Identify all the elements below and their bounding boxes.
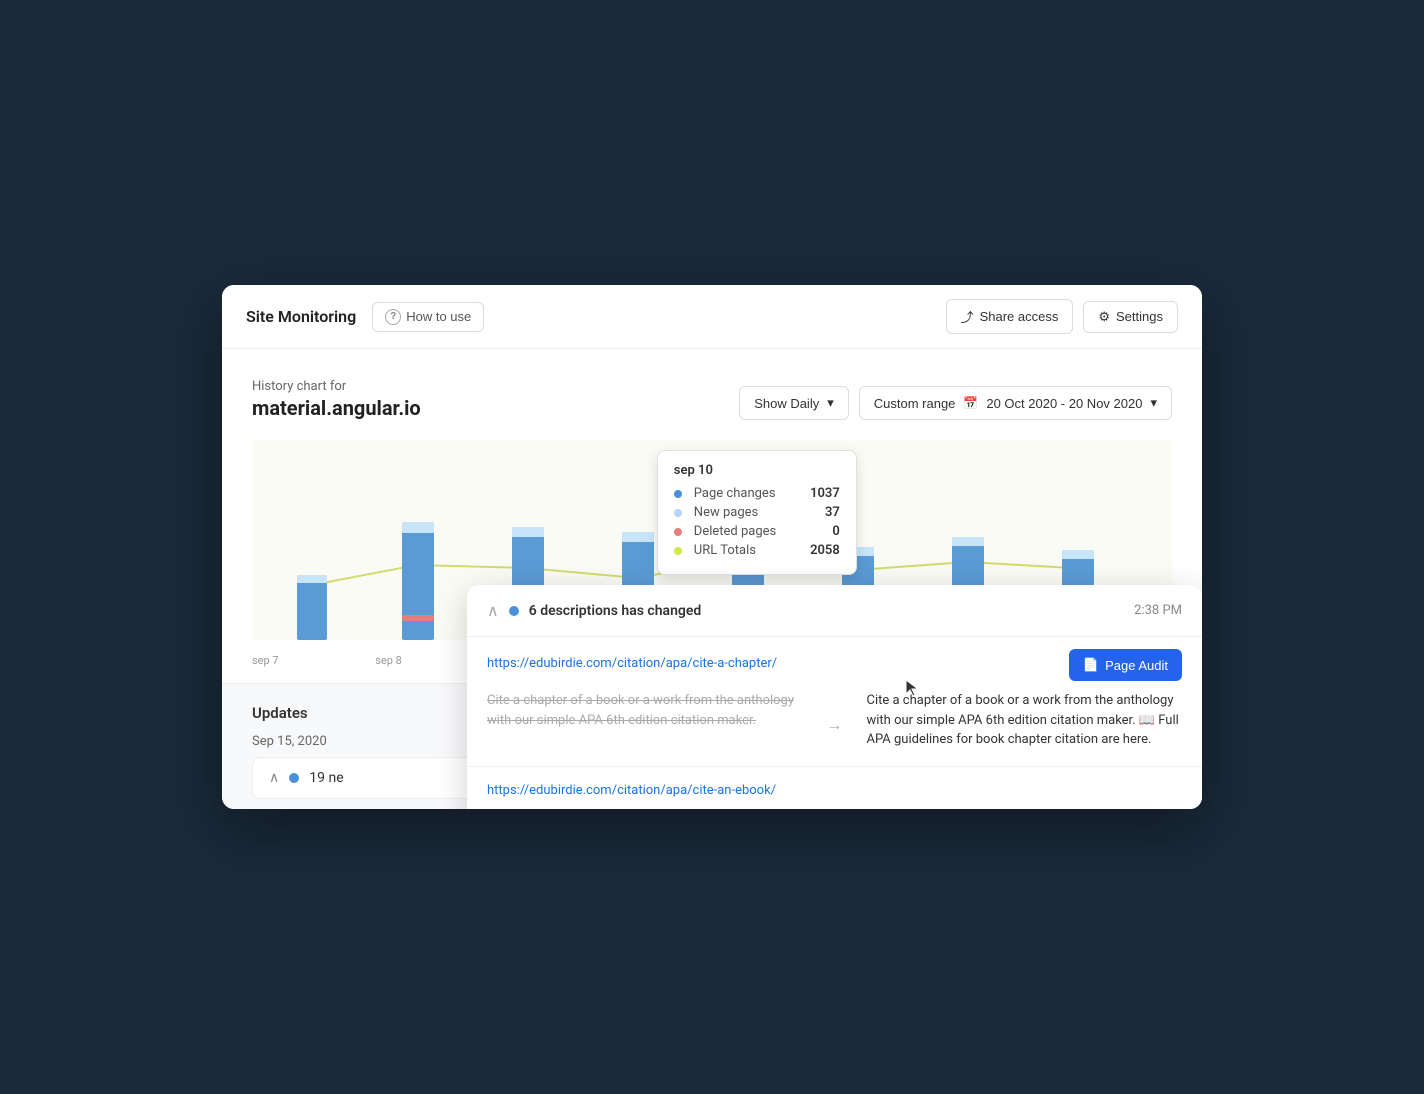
tooltip-value-page-changes: 1037	[810, 486, 840, 501]
tooltip-label-url-totals: URL Totals	[694, 543, 798, 558]
share-icon: ⤴	[961, 307, 974, 326]
how-to-use-button[interactable]: ? How to use	[372, 302, 484, 332]
change-content-row-0: Cite a chapter of a book or a work from …	[487, 691, 1182, 750]
tooltip-dot-deleted-pages	[674, 528, 682, 536]
calendar-icon: 📅	[963, 396, 978, 410]
change-block-1: https://edubirdie.com/citation/apa/cite-…	[467, 767, 1202, 810]
tooltip-row-new-pages: New pages 37	[674, 505, 840, 520]
chart-tooltip: sep 10 Page changes 1037 New pages 37 De…	[657, 450, 857, 575]
history-title-block: History chart for material.angular.io	[252, 379, 421, 420]
group-dot	[289, 773, 299, 783]
tooltip-value-url-totals: 2058	[810, 543, 840, 558]
page-audit-button[interactable]: 📄 Page Audit	[1069, 649, 1182, 681]
panel-collapse-icon[interactable]: ∧	[487, 601, 499, 620]
panel-header: ∧ 6 descriptions has changed 2:38 PM	[467, 585, 1202, 637]
panel-time: 2:38 PM	[1134, 603, 1182, 618]
change-url-link-1[interactable]: https://edubirdie.com/citation/apa/cite-…	[487, 783, 776, 798]
tooltip-date: sep 10	[674, 463, 840, 478]
tooltip-label-page-changes: Page changes	[694, 486, 798, 501]
top-bar: Site Monitoring ? How to use ⤴ Share acc…	[222, 285, 1202, 349]
how-to-use-label: How to use	[406, 309, 471, 324]
panel-dot	[509, 606, 519, 616]
x-label-0: sep 7	[252, 654, 279, 667]
date-range-dropdown[interactable]: Custom range 📅 20 Oct 2020 - 20 Nov 2020…	[859, 386, 1172, 420]
share-access-button[interactable]: ⤴ Share access	[946, 299, 1074, 334]
main-window: Site Monitoring ? How to use ⤴ Share acc…	[222, 285, 1202, 809]
tooltip-dot-page-changes	[674, 490, 682, 498]
arrow-icon-0: →	[815, 691, 855, 735]
chart-controls: Show Daily ▾ Custom range 📅 20 Oct 2020 …	[739, 386, 1172, 420]
tooltip-label-deleted-pages: Deleted pages	[694, 524, 821, 539]
tooltip-row-page-changes: Page changes 1037	[674, 486, 840, 501]
panel-header-left: ∧ 6 descriptions has changed	[487, 601, 701, 620]
tooltip-dot-new-pages	[674, 509, 682, 517]
change-url-link-0[interactable]: https://edubirdie.com/citation/apa/cite-…	[487, 656, 777, 671]
document-icon: 📄	[1083, 657, 1099, 673]
new-text-0: Cite a chapter of a book or a work from …	[867, 691, 1183, 750]
show-daily-dropdown[interactable]: Show Daily ▾	[739, 386, 849, 420]
history-label: History chart for	[252, 379, 421, 394]
chevron-down-icon: ▾	[827, 395, 834, 411]
history-header: History chart for material.angular.io Sh…	[252, 379, 1172, 420]
collapse-icon[interactable]: ∧	[269, 770, 279, 786]
settings-button[interactable]: ⚙ Settings	[1083, 301, 1178, 333]
tooltip-dot-url-totals	[674, 547, 682, 555]
tooltip-value-deleted-pages: 0	[832, 524, 839, 539]
settings-label: Settings	[1116, 309, 1163, 324]
top-bar-right: ⤴ Share access ⚙ Settings	[946, 299, 1178, 334]
x-label-1: sep 8	[375, 654, 402, 667]
group-label: 19 ne	[309, 770, 343, 786]
tooltip-value-new-pages: 37	[825, 505, 840, 520]
share-access-label: Share access	[980, 309, 1059, 324]
custom-range-label: Custom range	[874, 396, 956, 411]
change-url-row-1: https://edubirdie.com/citation/apa/cite-…	[487, 783, 1182, 806]
page-audit-label: Page Audit	[1105, 658, 1168, 673]
change-block-0: https://edubirdie.com/citation/apa/cite-…	[467, 637, 1202, 767]
tooltip-row-deleted-pages: Deleted pages 0	[674, 524, 840, 539]
app-title: Site Monitoring	[246, 307, 356, 326]
gear-icon: ⚙	[1098, 309, 1110, 325]
panel-title: 6 descriptions has changed	[529, 603, 702, 619]
chevron-down-icon-2: ▾	[1150, 395, 1157, 411]
tooltip-label-new-pages: New pages	[694, 505, 813, 520]
show-daily-label: Show Daily	[754, 396, 819, 411]
history-domain: material.angular.io	[252, 396, 421, 420]
question-icon: ?	[385, 309, 401, 325]
old-text-0: Cite a chapter of a book or a work from …	[487, 691, 803, 730]
date-range-value: 20 Oct 2020 - 20 Nov 2020	[986, 396, 1142, 411]
top-bar-left: Site Monitoring ? How to use	[246, 302, 484, 332]
changes-panel: ∧ 6 descriptions has changed 2:38 PM htt…	[467, 585, 1202, 809]
tooltip-row-url-totals: URL Totals 2058	[674, 543, 840, 558]
change-url-row-0: https://edubirdie.com/citation/apa/cite-…	[487, 653, 1182, 681]
